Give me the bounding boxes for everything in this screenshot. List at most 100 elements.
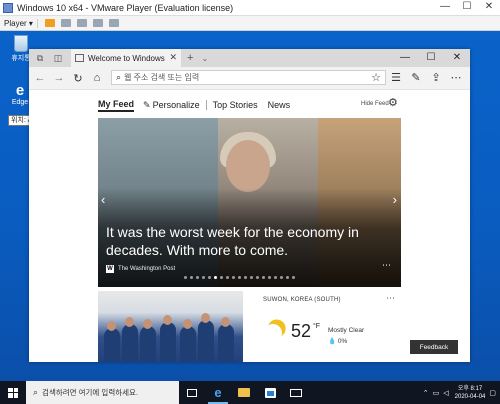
taskbar-search-placeholder: 검색하려면 여기에 입력하세요.	[42, 388, 138, 397]
carousel-dot[interactable]	[226, 276, 229, 279]
edge-desktop-shortcut[interactable]: e Edge	[9, 83, 31, 107]
carousel-dot[interactable]	[214, 276, 217, 279]
tab-title: Welcome to Windows	[88, 53, 165, 63]
carousel-dot[interactable]	[274, 276, 277, 279]
pause-icon[interactable]	[44, 19, 55, 27]
unity-icon[interactable]	[92, 19, 103, 27]
person-head	[107, 321, 116, 331]
tab-news[interactable]: News	[268, 100, 291, 110]
carousel-dot[interactable]	[262, 276, 265, 279]
more-menu-icon[interactable]: ⋯	[446, 69, 466, 87]
carousel-dots[interactable]	[184, 276, 298, 279]
hide-feed-link[interactable]: Hide Feed	[361, 101, 389, 107]
carousel-dot[interactable]	[292, 276, 295, 279]
tab-top-stories[interactable]: Top Stories	[213, 100, 258, 110]
previous-arrow-icon[interactable]: ‹	[101, 192, 105, 207]
navigation-bar: ← → ↻ ⌂ ⌕ 웹 주소 검색 또는 입력 ☆ ☰ ✎ ⇪ ⋯	[29, 67, 470, 90]
show-tabs-icon[interactable]: ◫	[51, 52, 65, 64]
new-tab-button[interactable]: +	[187, 52, 193, 64]
vmware-toolbar: Player ▾	[0, 16, 500, 31]
start-button[interactable]	[0, 381, 26, 404]
taskbar-file-explorer[interactable]	[231, 381, 257, 404]
tab-preview-dropdown[interactable]: ⌄	[201, 54, 208, 63]
gear-icon[interactable]: ⚙	[388, 96, 398, 109]
tab-welcome[interactable]: Welcome to Windows ✕	[71, 49, 181, 67]
taskbar: ⌕ 검색하려면 여기에 입력하세요. e ⌃ ▭ ◁ 오후 8:17 2020-…	[0, 381, 500, 404]
settings-icon[interactable]	[108, 19, 119, 27]
set-tabs-aside-icon[interactable]: ⧉	[33, 52, 47, 64]
weather-location[interactable]: SUWON, KOREA (SOUTH)	[263, 297, 341, 303]
carousel-dot[interactable]	[184, 276, 187, 279]
edge-minimize-button[interactable]: —	[392, 49, 418, 67]
vmware-minimize-button[interactable]: —	[434, 0, 456, 15]
carousel-dot[interactable]	[190, 276, 193, 279]
carousel-dot[interactable]	[220, 276, 223, 279]
person-head	[143, 319, 152, 329]
weather-precipitation: 💧 0%	[328, 337, 347, 345]
clock[interactable]: 오후 8:17 2020-04-04	[455, 385, 486, 401]
person-head	[201, 313, 210, 323]
divider	[205, 100, 207, 110]
taskbar-mail[interactable]	[283, 381, 309, 404]
carousel-dot[interactable]	[232, 276, 235, 279]
fullscreen-icon[interactable]	[76, 19, 87, 27]
clock-time: 오후 8:17	[457, 385, 483, 392]
volume-icon[interactable]: ◁	[443, 389, 448, 397]
send-ctrl-alt-del-icon[interactable]	[60, 19, 71, 27]
carousel-dot[interactable]	[208, 276, 211, 279]
weather-more-icon[interactable]: ⋯	[386, 293, 395, 304]
back-arrow-icon[interactable]: ←	[32, 72, 48, 84]
taskbar-search[interactable]: ⌕ 검색하려면 여기에 입력하세요.	[26, 381, 179, 404]
person-figure	[198, 320, 214, 362]
weather-card[interactable]: SUWON, KOREA (SOUTH) ⋯ 52 °F Mostly Clea…	[255, 291, 401, 362]
carousel-dot[interactable]	[196, 276, 199, 279]
taskbar-edge[interactable]: e	[205, 381, 231, 404]
share-icon[interactable]: ⇪	[426, 69, 446, 87]
tab-personalize[interactable]: Personalize	[153, 100, 200, 110]
vmware-maximize-button[interactable]: ☐	[456, 0, 478, 15]
carousel-dot[interactable]	[244, 276, 247, 279]
task-view-button[interactable]	[179, 381, 205, 404]
carousel-dot[interactable]	[238, 276, 241, 279]
taskbar-store[interactable]	[257, 381, 283, 404]
refresh-icon[interactable]: ↻	[70, 72, 86, 85]
mail-icon	[290, 388, 302, 397]
carousel-dot[interactable]	[250, 276, 253, 279]
feedback-label: Feedback	[419, 343, 449, 351]
system-tray: ⌃ ▭ ◁ 오후 8:17 2020-04-04 ▢	[419, 381, 496, 404]
carousel-dot[interactable]	[280, 276, 283, 279]
news-photo-card[interactable]	[98, 291, 243, 362]
hero-headline[interactable]: It was the worst week for the economy in…	[106, 223, 376, 259]
forward-arrow-icon[interactable]: →	[51, 72, 67, 84]
tab-close-icon[interactable]: ✕	[169, 52, 177, 63]
edge-maximize-button[interactable]: ☐	[418, 49, 444, 67]
tab-my-feed[interactable]: My Feed	[98, 99, 135, 112]
folder-icon	[238, 388, 250, 397]
vmware-close-button[interactable]: ✕	[478, 0, 500, 15]
store-icon	[264, 387, 276, 398]
carousel-dot[interactable]	[286, 276, 289, 279]
carousel-dot[interactable]	[202, 276, 205, 279]
edge-close-button[interactable]: ✕	[444, 49, 470, 67]
hero-person-face	[226, 140, 270, 192]
raindrop-icon: 💧	[328, 338, 337, 345]
feed-nav: My Feed ✎ Personalize Top Stories News	[98, 98, 401, 112]
pencil-icon: ✎	[143, 99, 151, 110]
web-note-pen-icon[interactable]: ✎	[406, 69, 426, 87]
article-more-icon[interactable]: ⋯	[382, 260, 391, 271]
next-arrow-icon[interactable]: ›	[393, 192, 397, 207]
tray-chevron-icon[interactable]: ⌃	[423, 389, 429, 397]
hero-article[interactable]: ‹ › It was the worst week for the econom…	[98, 118, 401, 287]
favorites-star-icon[interactable]: ☆	[366, 69, 386, 87]
home-icon[interactable]: ⌂	[89, 72, 105, 84]
address-bar[interactable]: ⌕ 웹 주소 검색 또는 입력	[111, 70, 386, 85]
notifications-icon[interactable]: ▢	[489, 389, 496, 397]
hero-source: W The Washington Post	[106, 265, 175, 273]
page-content: My Feed ✎ Personalize Top Stories News H…	[29, 90, 470, 362]
reading-list-icon[interactable]: ☰	[386, 69, 406, 87]
carousel-dot[interactable]	[256, 276, 259, 279]
carousel-dot[interactable]	[268, 276, 271, 279]
network-icon[interactable]: ▭	[433, 389, 440, 397]
feedback-button[interactable]: Feedback	[410, 340, 458, 354]
player-menu[interactable]: Player ▾	[0, 18, 38, 28]
